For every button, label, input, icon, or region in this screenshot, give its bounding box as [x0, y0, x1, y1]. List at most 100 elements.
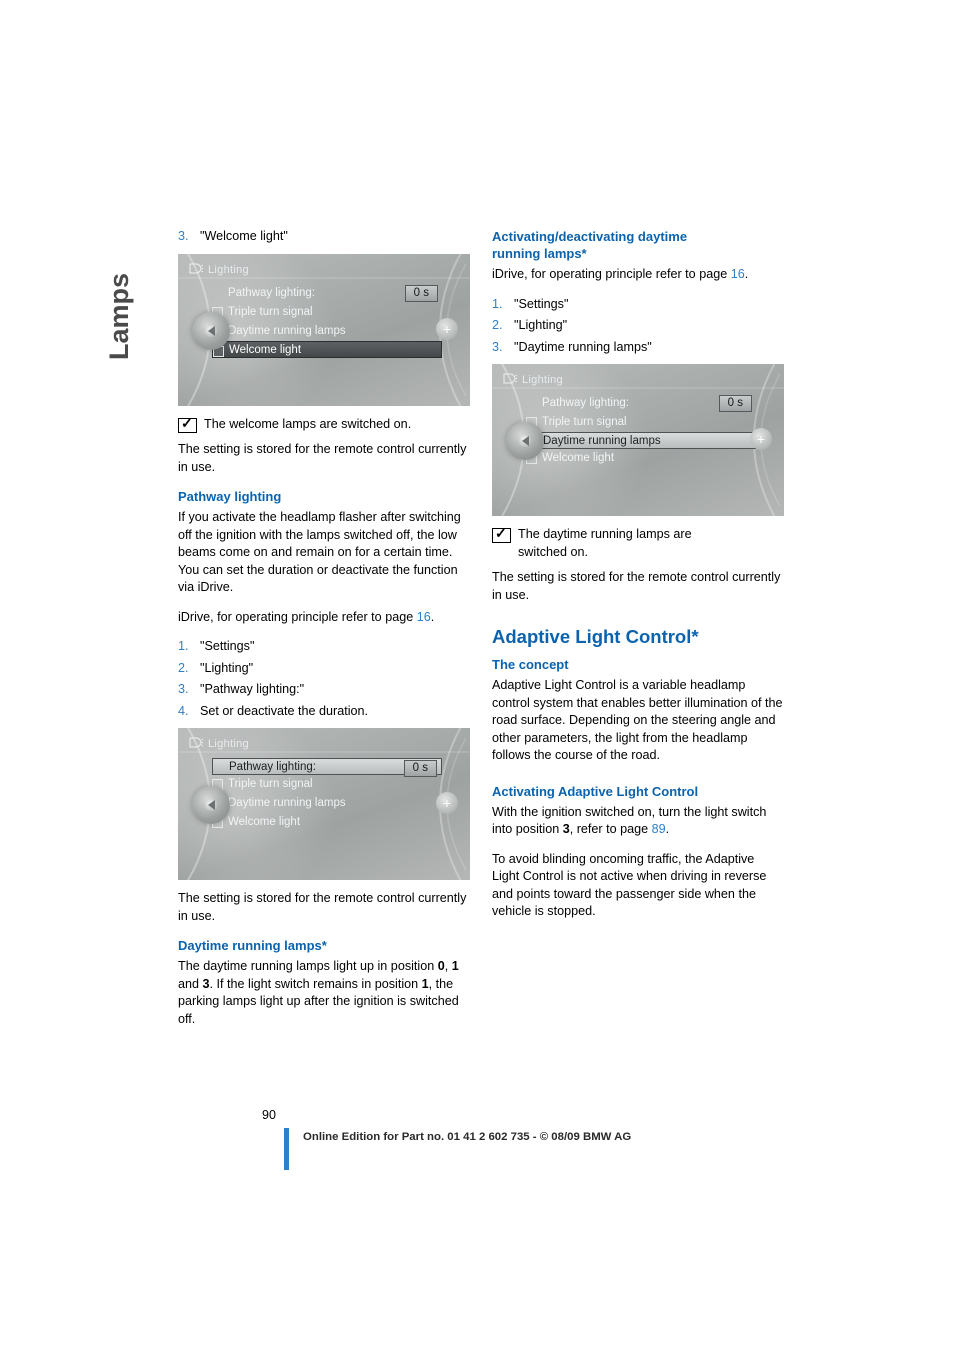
screen-row-label: Pathway lighting: [229, 761, 316, 773]
note-text-line1: The daytime running lamps are [518, 527, 692, 541]
idrive-ref-period: . [430, 609, 435, 624]
list-item: 2. "Lighting" [492, 317, 784, 335]
note-welcome-lamps: ✓ The welcome lamps are switched on. [178, 416, 470, 434]
plus-icon: + [436, 792, 458, 814]
screen-row-label: Triple turn signal [228, 305, 313, 318]
screen-row-selected: Daytime running lamps [526, 432, 756, 449]
list-item: 4. Set or deactivate the duration. [178, 703, 470, 721]
step-number: 4. [178, 703, 189, 718]
screen-row: Daytime running lamps [212, 794, 442, 813]
screen-row: Pathway lighting: 0 s [526, 394, 756, 413]
right-para-stored: The setting is stored for the remote con… [492, 570, 781, 602]
screen-row-label: Daytime running lamps [228, 324, 346, 337]
position-3: 3 [562, 822, 570, 836]
page-link-89[interactable]: 89 [652, 822, 666, 836]
checkmark-icon: ✓ [492, 526, 511, 543]
right-column: Activating/deactivating daytime running l… [492, 228, 784, 933]
pointer-arrow-icon [208, 800, 215, 810]
step-text: "Lighting" [514, 318, 568, 332]
screen-row-label: Pathway lighting: [228, 286, 315, 299]
concept-paragraph: Adaptive Light Control is a variable hea… [492, 678, 783, 762]
left-item-3-number: 3. [178, 229, 189, 243]
position-1b: 1 [421, 976, 429, 991]
screen-row: Welcome light [526, 449, 756, 468]
plus-icon: + [436, 317, 458, 340]
page-link-16[interactable]: 16 [731, 267, 745, 281]
step-text: "Pathway lighting:" [200, 682, 305, 696]
screen-title: Lighting [522, 374, 563, 386]
left-item-3-text: "Welcome light" [200, 229, 288, 243]
footer-text: Online Edition for Part no. 01 41 2 602 … [303, 1131, 632, 1143]
checkmark-icon: ✓ [178, 416, 197, 433]
daytime-text-3: and [178, 976, 203, 991]
screen-row-value: 0 s [718, 395, 752, 412]
list-item: 2. "Lighting" [178, 660, 470, 678]
alc-text-mid: , refer to page [569, 822, 652, 836]
screen-row-label: Triple turn signal [228, 778, 313, 790]
idrive-ref-text: iDrive, for operating principle refer to… [492, 267, 731, 281]
heading-activating-daytime-running-lamps: Activating/deactivating daytime running l… [492, 228, 784, 262]
daytime-text-4: . If the light switch remains in positio… [209, 976, 422, 991]
pathway-paragraph: If you activate the headlamp flasher aft… [178, 510, 461, 594]
pointer-arrow-icon [522, 436, 529, 446]
page-link-16[interactable]: 16 [417, 610, 431, 624]
screen-row: Welcome light [212, 813, 442, 832]
position-1: 1 [451, 959, 459, 973]
daytime-text-1: The daytime running lamps light up in po… [178, 959, 438, 973]
right-steps-list: 1. "Settings" 2. "Lighting" 3. "Daytime run… [492, 296, 784, 357]
note-daytime-lamps: ✓ The daytime running lamps are switched… [492, 526, 784, 561]
daytime-paragraph: The daytime running lamps light up in po… [178, 958, 470, 1028]
chapter-tab: Lamps [96, 228, 136, 368]
folio-accent-bar [284, 1128, 289, 1170]
pointer-arrow-icon [208, 325, 215, 336]
idrive-ref-text: iDrive, for operating principle refer to… [178, 609, 417, 624]
screen-row-label: Daytime running lamps [228, 797, 346, 809]
screen-row-label: Welcome light [542, 452, 615, 464]
left-para-stored-2: The setting is stored for the remote con… [178, 891, 467, 923]
step-number: 2. [492, 318, 503, 332]
step-number: 3. [178, 682, 189, 696]
idrive-reference-right: iDrive, for operating principle refer to… [492, 266, 784, 284]
manual-page: Lamps 3. "Welcome light" Lighting Pathwa… [0, 0, 954, 1350]
lighting-icon [188, 737, 204, 748]
heading-pathway-lighting: Pathway lighting [178, 489, 282, 504]
list-item: 1. "Settings" [178, 638, 470, 656]
screen-row: Pathway lighting: 0 s [212, 284, 442, 303]
left-column: 3. "Welcome light" Lighting Pathway light… [178, 228, 470, 1040]
heading-the-concept: The concept [492, 657, 569, 672]
screen-row-label: Pathway lighting: [542, 397, 629, 409]
left-para-stored: The setting is stored for the remote con… [178, 442, 467, 474]
list-item: 3. "Pathway lighting:" [178, 681, 470, 699]
screen-header: Lighting [188, 736, 249, 754]
heading-line-2: running lamps* [492, 246, 587, 261]
step-number: 1. [178, 639, 189, 653]
heading-daytime-running-lamps: Daytime running lamps* [178, 938, 327, 953]
idrive-reference-left: iDrive, for operating principle refer to… [178, 609, 470, 627]
screen-row-label: Daytime running lamps [543, 435, 661, 447]
step-number: 3. [492, 339, 503, 354]
heading-adaptive-light-control: Adaptive Light Control* [492, 626, 699, 647]
step-text: "Lighting" [200, 660, 254, 675]
chapter-title: Lamps [104, 272, 134, 360]
idrive-screenshot-welcome-light: Lighting Pathway lighting: 0 s Triple tu… [178, 253, 470, 406]
idrive-screenshot-daytime-running-lamps: Lighting Pathway lighting: 0 s Triple tu… [492, 364, 784, 516]
screen-rows: Pathway lighting: 0 s Triple turn signal… [526, 394, 756, 468]
screen-row: Triple turn signal [526, 413, 756, 432]
screen-header: Lighting [502, 372, 563, 390]
left-steps-list: 1. "Settings" 2. "Lighting" 3. "Pathway lig… [178, 638, 470, 720]
alc-paragraph-2: To avoid blinding oncoming traffic, the … [492, 851, 767, 919]
list-item: 1. "Settings" [492, 296, 784, 314]
step-number: 1. [492, 296, 503, 311]
screen-row: Daytime running lamps [212, 322, 442, 341]
lighting-icon [502, 373, 518, 384]
step-text: Set or deactivate the duration. [200, 703, 369, 718]
daytime-text-2: , [444, 959, 452, 973]
screen-row: Triple turn signal [212, 303, 442, 322]
position-0: 0 [437, 959, 445, 973]
screen-row-selected: Welcome light [212, 340, 442, 358]
left-item-3: 3. "Welcome light" [178, 228, 470, 246]
screen-title: Lighting [208, 738, 249, 750]
idrive-screenshot-pathway-lighting: Lighting Pathway lighting: 0 s Triple tu… [178, 728, 470, 880]
step-number: 2. [178, 660, 189, 675]
list-item: 3. "Daytime running lamps" [492, 339, 784, 357]
